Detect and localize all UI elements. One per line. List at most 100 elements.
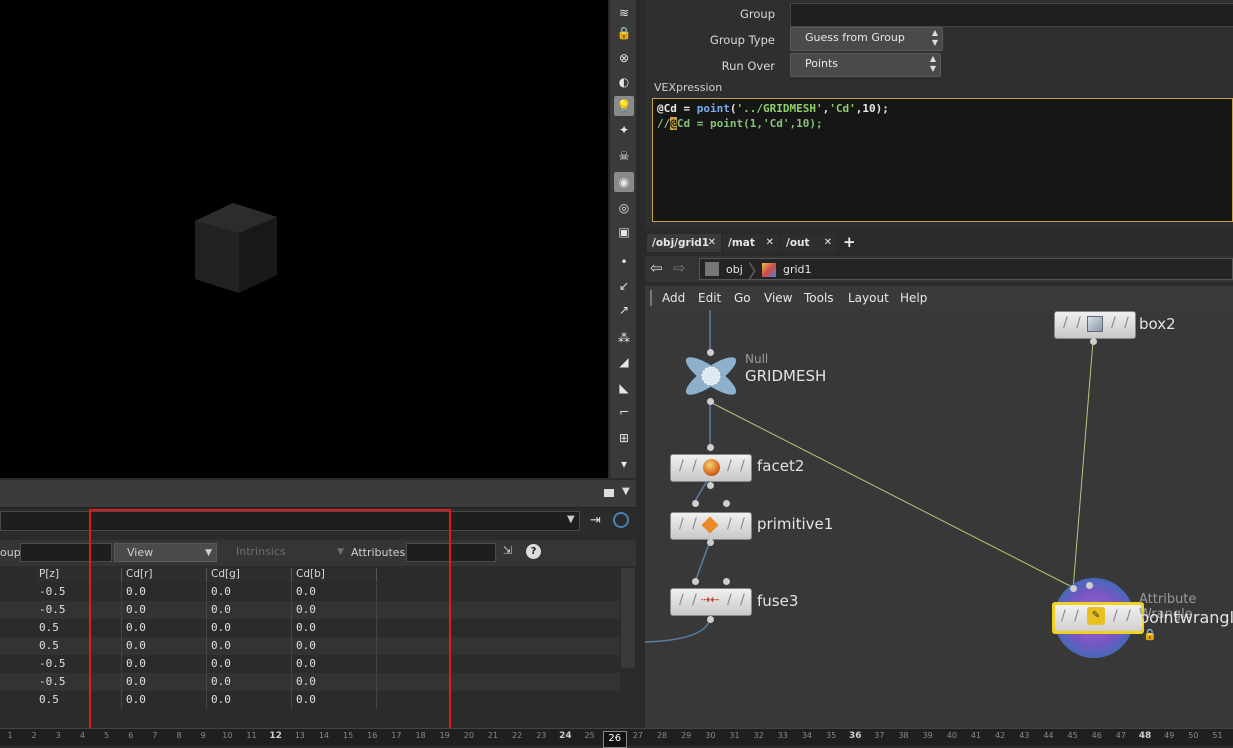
edge-icon[interactable]: ⌐ [614, 402, 634, 422]
dropdown-arrow-icon[interactable]: ▼ [567, 514, 575, 525]
tab-obj-grid1[interactable]: /obj/grid1 ✕ [647, 234, 721, 252]
timeline-tick: 37 [874, 731, 885, 740]
path-obj[interactable]: obj [726, 263, 743, 276]
primitive-name-label[interactable]: primitive1 [757, 515, 833, 533]
path-grid1[interactable]: grid1 [783, 263, 812, 276]
timeline-tick: 17 [391, 731, 402, 740]
timeline-tick: 41 [970, 731, 982, 740]
light-icon[interactable]: 💡 [614, 96, 634, 116]
node-flag-icon: / / [1111, 315, 1131, 331]
facet-name-label[interactable]: facet2 [757, 457, 804, 475]
bounding-box-icon[interactable]: ⊞ [614, 428, 634, 448]
tab-out[interactable]: /out ✕ [781, 234, 837, 252]
node-input-dot[interactable] [707, 444, 714, 451]
timeline-tick: 11 [246, 731, 257, 740]
node-flag-icon: / / [727, 458, 747, 474]
group-field[interactable] [790, 3, 1233, 27]
chevron-down-icon[interactable]: ▼ [622, 486, 630, 497]
node-input-dot[interactable] [723, 500, 730, 507]
path-field[interactable]: obj 〉 grid1 [699, 258, 1233, 283]
render-icon[interactable]: ▣ [614, 222, 634, 242]
point-numbers-icon[interactable]: ⁂ [614, 328, 634, 348]
primitive-node[interactable]: / / / / [670, 512, 752, 540]
timeline-tick: 45 [1067, 731, 1078, 740]
normal-icon[interactable]: ↙ [614, 276, 634, 296]
primitive-normal-icon[interactable]: ◢ [614, 352, 634, 372]
node-output-dot[interactable] [707, 539, 714, 546]
playbar-timeline[interactable]: 1 2 3 4 5 6 7 8 9 10 11 12 13 14 15 16 17 18 19 20 21 22 23 24 2… [0, 728, 1233, 748]
headlight-icon[interactable]: ✦ [614, 120, 634, 140]
menu-go[interactable]: Go [734, 291, 751, 305]
menu-help[interactable]: Help [900, 291, 927, 305]
pin-icon[interactable]: ⇥ [590, 513, 601, 528]
close-icon[interactable]: ✕ [824, 234, 832, 252]
box-name-label[interactable]: box2 [1139, 315, 1176, 333]
menu-edit[interactable]: Edit [698, 291, 721, 305]
menu-handle[interactable] [650, 290, 652, 306]
spreadsheet-vertical-scrollbar[interactable] [621, 568, 635, 668]
pane-divider[interactable] [636, 0, 645, 728]
up-down-arrow-icon: ▲ ▼ [929, 54, 936, 73]
group-type-menu[interactable]: Guess from Group ▲ ▼ [790, 27, 943, 51]
ghost-icon[interactable]: ⊗ [614, 48, 634, 68]
vector-icon[interactable]: ↗ [614, 300, 634, 320]
null-node-icon[interactable] [682, 354, 740, 398]
node-input-dot[interactable] [1070, 585, 1077, 592]
filter-options-icon[interactable]: ⇲ [503, 544, 512, 557]
point-icon[interactable]: • [614, 252, 634, 272]
menu-view[interactable]: View [764, 291, 792, 305]
box-node[interactable]: / / / / [1054, 311, 1136, 339]
add-tab-button[interactable]: + [843, 233, 856, 251]
fuse-name-label[interactable]: fuse3 [757, 592, 798, 610]
scene-viewport[interactable] [0, 0, 608, 478]
node-input-dot[interactable] [692, 500, 699, 507]
spreadsheet-header: ▼ [0, 480, 636, 508]
run-over-menu[interactable]: Points ▲ ▼ [790, 53, 941, 77]
node-output-dot[interactable] [707, 482, 714, 489]
help-icon[interactable]: ? [526, 544, 541, 559]
lock-icon[interactable]: 🔒 [614, 23, 634, 43]
node-input-dot[interactable] [692, 578, 699, 585]
timeline-tick: 1 [7, 731, 13, 740]
skull-icon[interactable]: ☠ [614, 146, 634, 166]
node-flag-icon: / / [1113, 608, 1133, 624]
close-icon[interactable]: ✕ [766, 234, 774, 252]
facet-node[interactable]: / / / / [670, 454, 752, 482]
back-arrow-icon[interactable]: ⇦ [650, 259, 663, 277]
timeline-tick: 23 [536, 731, 547, 740]
chevron-down-icon[interactable]: ▾ [614, 454, 634, 474]
display-options-icon[interactable]: ≋ [614, 3, 634, 23]
timeline-tick: 4 [79, 731, 85, 740]
close-icon[interactable]: ✕ [708, 234, 716, 252]
shading-icon[interactable]: ◐ [614, 72, 634, 92]
tab-mat[interactable]: /mat ✕ [723, 234, 779, 252]
forward-arrow-icon[interactable]: ⇨ [673, 259, 686, 277]
text-cursor: @ [670, 117, 677, 130]
node-input-dot[interactable] [707, 349, 714, 356]
timeline-tick: 16 [367, 731, 378, 740]
node-output-dot[interactable] [1090, 338, 1097, 345]
fuse-node[interactable]: / / ⇢⇠ / / [670, 588, 752, 616]
node-input-dot[interactable] [723, 578, 730, 585]
node-output-dot[interactable] [707, 616, 714, 623]
wrangle-node[interactable]: / / ✎ / / [1052, 602, 1144, 634]
network-canvas[interactable]: Null GRIDMESH / / / / facet2 / / / / pri… [645, 310, 1233, 728]
node-input-dot[interactable] [1086, 582, 1093, 589]
menu-tools[interactable]: Tools [804, 291, 834, 305]
eye-icon[interactable]: ◎ [614, 198, 634, 218]
camera-view-icon[interactable]: ◉ [614, 172, 634, 192]
timeline-tick: 3 [55, 731, 61, 740]
primitive-numbers-icon[interactable]: ◣ [614, 378, 634, 398]
geometry-object-icon [762, 263, 776, 277]
network-menu-bar: Add Edit Go View Tools Layout Help [645, 286, 1233, 310]
vexpression-editor[interactable]: @Cd = point('../GRIDMESH','Cd',10); //@C… [652, 98, 1233, 222]
timeline-tick: 35 [826, 731, 837, 740]
menu-layout[interactable]: Layout [848, 291, 889, 305]
menu-add[interactable]: Add [662, 291, 685, 305]
gridmesh-name-label[interactable]: GRIDMESH [745, 367, 826, 385]
maximize-icon[interactable] [604, 489, 614, 497]
link-icon[interactable] [613, 512, 629, 528]
node-output-dot[interactable] [707, 398, 714, 405]
current-frame-indicator[interactable]: 26 [602, 731, 627, 748]
wrangle-name-label[interactable]: pointwrangle1 [1139, 608, 1233, 627]
